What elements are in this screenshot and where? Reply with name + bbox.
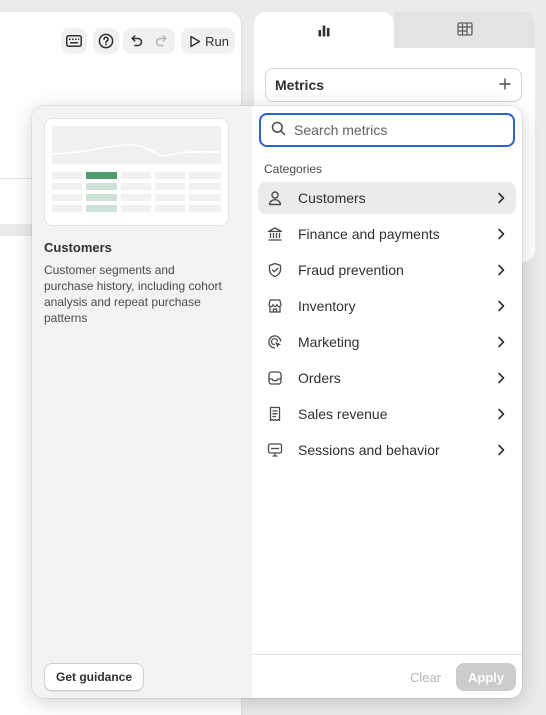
category-label: Marketing: [298, 334, 360, 350]
chevron-right-icon: [494, 443, 508, 457]
play-icon: [189, 35, 201, 48]
search-input[interactable]: [294, 122, 494, 138]
category-item-finance[interactable]: Finance and payments: [258, 218, 516, 250]
chevron-right-icon: [494, 191, 508, 205]
help-icon: [98, 33, 114, 49]
run-label: Run: [205, 33, 229, 49]
target-icon: [266, 333, 284, 351]
monitor-icon: [266, 441, 284, 459]
category-label: Orders: [298, 370, 341, 386]
tab-chart[interactable]: [254, 12, 394, 52]
redo-button[interactable]: [149, 28, 176, 54]
person-icon: [266, 189, 284, 207]
category-label: Sessions and behavior: [298, 442, 440, 458]
tab-table[interactable]: [394, 12, 535, 48]
receipt-icon: [266, 405, 284, 423]
chevron-right-icon: [494, 371, 508, 385]
plus-icon[interactable]: [499, 77, 511, 93]
metrics-picker-popover: Customers Customer segments and purchase…: [32, 106, 522, 698]
category-label: Finance and payments: [298, 226, 440, 242]
category-list: Customers Finance and payments Fraud pre: [258, 182, 516, 470]
category-item-sessions[interactable]: Sessions and behavior: [258, 434, 516, 466]
help-button[interactable]: [93, 28, 120, 54]
chevron-right-icon: [494, 407, 508, 421]
chevron-right-icon: [494, 263, 508, 277]
apply-button[interactable]: Apply: [456, 663, 517, 691]
category-item-customers[interactable]: Customers: [258, 182, 516, 214]
keyboard-shortcuts-button[interactable]: [61, 28, 88, 54]
category-label: Inventory: [298, 298, 356, 314]
undo-button[interactable]: [123, 28, 150, 54]
inbox-icon: [266, 369, 284, 387]
chevron-right-icon: [494, 299, 508, 313]
run-button[interactable]: Run: [181, 28, 235, 54]
shield-check-icon: [266, 261, 284, 279]
chevron-right-icon: [494, 227, 508, 241]
category-preview: Customers Customer segments and purchase…: [32, 106, 252, 698]
side-panel-tabs: [254, 12, 535, 52]
search-icon: [271, 121, 286, 139]
preview-description: Customer segments and purchase history, …: [44, 263, 222, 325]
undo-icon: [129, 34, 143, 48]
chevron-right-icon: [494, 335, 508, 349]
keyboard-icon: [66, 35, 83, 47]
category-item-sales-revenue[interactable]: Sales revenue: [258, 398, 516, 430]
category-item-marketing[interactable]: Marketing: [258, 326, 516, 358]
bar-chart-icon: [317, 24, 331, 41]
clear-button[interactable]: Clear: [402, 663, 449, 691]
category-label: Fraud prevention: [298, 262, 404, 278]
preview-title: Customers: [44, 240, 112, 255]
get-guidance-button[interactable]: Get guidance: [44, 663, 145, 691]
category-list-pane: Categories Customers Finance and payment…: [252, 106, 522, 698]
bank-icon: [266, 225, 284, 243]
category-item-inventory[interactable]: Inventory: [258, 290, 516, 322]
preview-thumbnail: [44, 118, 229, 226]
popover-footer: Clear Apply: [252, 654, 522, 698]
store-icon: [266, 297, 284, 315]
table-icon: [456, 21, 473, 39]
category-item-fraud[interactable]: Fraud prevention: [258, 254, 516, 286]
category-item-orders[interactable]: Orders: [258, 362, 516, 394]
metrics-section: Metrics: [265, 68, 522, 102]
redo-icon: [155, 34, 169, 48]
categories-heading: Categories: [264, 162, 323, 176]
category-label: Customers: [298, 190, 366, 206]
search-field[interactable]: [259, 113, 515, 147]
metrics-title: Metrics: [275, 77, 325, 93]
editor-toolbar: Run: [61, 28, 235, 54]
category-label: Sales revenue: [298, 406, 388, 422]
